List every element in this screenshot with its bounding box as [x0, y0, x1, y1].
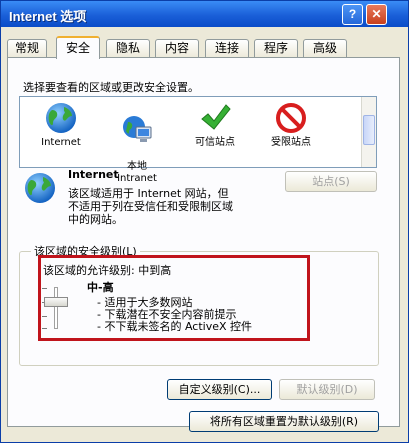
slider-tick — [42, 288, 47, 289]
zone-restricted-sites[interactable]: 受限站点 — [254, 101, 328, 149]
selected-zone-title: Internet — [68, 168, 119, 181]
zone-trusted-label: 可信站点 — [195, 137, 235, 148]
slider-tick — [42, 316, 47, 317]
help-button[interactable]: ? — [342, 4, 363, 25]
tab-general[interactable]: 常规 — [7, 39, 47, 58]
tab-content[interactable]: 内容 — [155, 39, 199, 58]
tab-security[interactable]: 安全 — [56, 36, 100, 59]
default-level-button[interactable]: 默认级别(D) — [279, 379, 375, 400]
zone-internet[interactable]: Internet — [24, 101, 98, 149]
tab-programs[interactable]: 程序 — [254, 39, 298, 58]
zone-trusted-sites[interactable]: 可信站点 — [178, 101, 252, 149]
zone-restricted-label: 受限站点 — [271, 137, 311, 148]
close-button[interactable]: ✕ — [366, 4, 387, 25]
security-level-slider-thumb[interactable] — [44, 297, 68, 307]
custom-level-button[interactable]: 自定义级别(C)... — [167, 379, 272, 400]
intranet-icon — [123, 116, 152, 142]
zone-list[interactable]: Internet 本地 Intranet 可信站点 受限站点 — [19, 96, 377, 184]
tab-connections[interactable]: 连接 — [205, 39, 249, 58]
allowed-level-text: 该区域的允许级别: 中到高 — [43, 264, 172, 277]
internet-options-window: Internet 选项 ? ✕ 常规 安全 隐私 内容 连接 程序 高级 选择要… — [0, 0, 409, 443]
window-title: Internet 选项 — [9, 9, 87, 24]
title-bar[interactable]: Internet 选项 ? ✕ — [1, 1, 408, 27]
reset-all-zones-button[interactable]: 将所有区域重置为默认级别(R) — [189, 411, 379, 432]
level-bullet-3: - 不下载未签名的 ActiveX 控件 — [97, 320, 253, 333]
security-level-slider-track[interactable] — [54, 287, 58, 329]
restricted-icon — [276, 103, 306, 133]
globe-icon — [46, 103, 76, 133]
tab-privacy[interactable]: 隐私 — [106, 39, 150, 58]
slider-tick — [42, 328, 47, 329]
checkmark-icon — [201, 104, 231, 130]
security-level-name: 中-高 — [87, 281, 114, 294]
sites-button[interactable]: 站点(S) — [285, 171, 377, 192]
zone-intranet-label: 本地 Intranet — [117, 161, 157, 184]
scrollbar-thumb[interactable] — [363, 115, 375, 145]
selected-zone-globe-icon — [25, 173, 55, 203]
zone-list-scrollbar[interactable] — [361, 97, 376, 167]
zone-instruction: 选择要查看的区域或更改安全设置。 — [23, 81, 199, 94]
zone-description-line-3: 中的网站。 — [68, 213, 123, 226]
tab-advanced[interactable]: 高级 — [303, 39, 347, 58]
zone-internet-label: Internet — [41, 137, 81, 148]
